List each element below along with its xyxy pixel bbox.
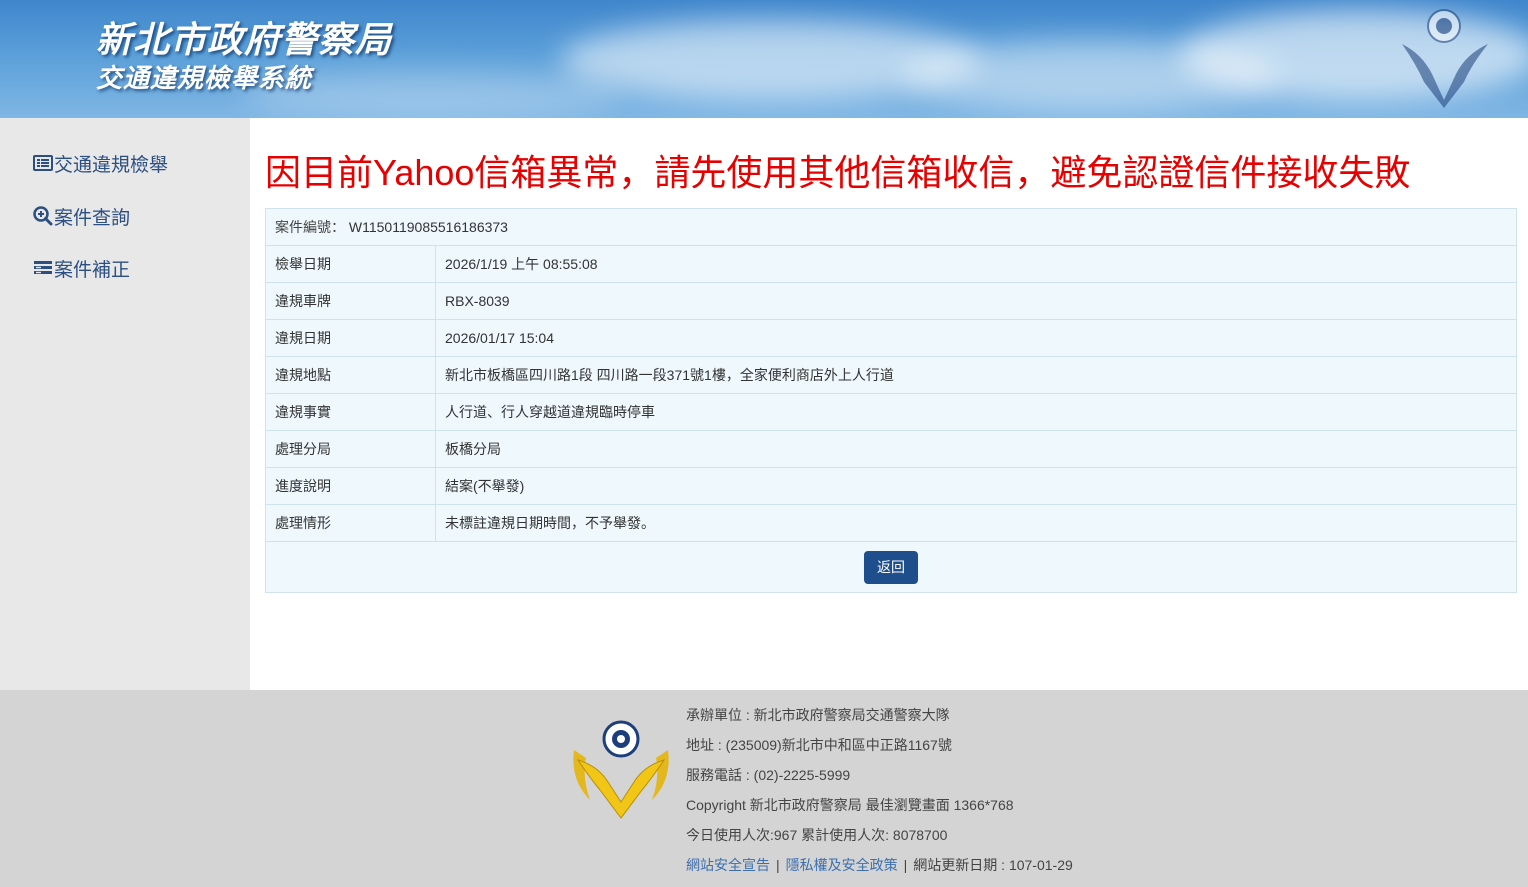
row-label: 違規車牌 (265, 282, 436, 320)
table-row: 違規日期 2026/01/17 15:04 (265, 319, 1517, 357)
row-label: 進度說明 (265, 467, 436, 505)
list-card-icon (33, 155, 53, 171)
row-label: 違規地點 (265, 356, 436, 394)
footer-organizer: 承辦單位 : 新北市政府警察局交通警察大隊 (686, 707, 950, 723)
site-title: 新北市政府警察局 (96, 19, 393, 61)
sidebar-item-label: 案件查詢 (54, 207, 131, 229)
site-footer: 承辦單位 : 新北市政府警察局交通警察大隊 地址 : (235009)新北市中和… (0, 690, 1528, 887)
link-separator: | (903, 857, 908, 873)
search-plus-icon (33, 206, 53, 226)
row-value: 人行道、行人穿越道違規臨時停車 (435, 393, 1517, 431)
row-value: 結案(不舉發) (435, 467, 1517, 505)
row-label: 處理情形 (265, 504, 436, 542)
sidebar-item-label: 案件補正 (54, 259, 131, 281)
row-label: 檢舉日期 (265, 245, 436, 283)
case-id-value: W1150119085516186373 (348, 219, 508, 235)
table-row: 檢舉日期 2026/1/19 上午 08:55:08 (265, 245, 1517, 283)
footer-info: 承辦單位 : 新北市政府警察局交通警察大隊 地址 : (235009)新北市中和… (686, 704, 1073, 884)
row-value: 2026/01/17 15:04 (435, 319, 1517, 357)
footer-visitors: 今日使用人次:967 累計使用人次: 8078700 (686, 827, 948, 843)
back-button[interactable]: 返回 (864, 550, 918, 584)
footer-copyright: Copyright 新北市政府警察局 最佳瀏覽畫面 1366*768 (686, 797, 1014, 813)
sidebar-item-query[interactable]: 案件查詢 (33, 202, 130, 230)
row-label: 處理分局 (265, 430, 436, 468)
footer-phone: 服務電話 : (02)-2225-5999 (686, 767, 851, 783)
security-statement-link[interactable]: 網站安全宣告 (686, 857, 770, 873)
sidebar-item-report[interactable]: 交通違規檢舉 (33, 149, 168, 177)
sidebar-item-supplement[interactable]: 案件補正 (33, 254, 130, 282)
site-updated-date: 網站更新日期 : 107-01-29 (913, 857, 1073, 873)
link-separator: | (776, 857, 780, 873)
row-label: 違規日期 (265, 319, 436, 357)
button-row: 返回 (265, 541, 1517, 593)
police-emblem-icon (1402, 9, 1488, 108)
sidebar: 交通違規檢舉 案件查詢 案件補正 (0, 118, 250, 690)
privacy-policy-link[interactable]: 隱私權及安全政策 (786, 857, 898, 873)
row-value: RBX-8039 (435, 282, 1517, 320)
form-lines-icon (34, 261, 52, 274)
police-emblem-icon (573, 720, 669, 819)
site-header: 新北市政府警察局 交通違規檢舉系統 (0, 0, 1528, 118)
table-row: 處理分局 板橋分局 (265, 430, 1517, 468)
case-id-cell: 案件編號： W1150119085516186373 (265, 208, 1517, 246)
table-row: 進度說明 結案(不舉發) (265, 467, 1517, 505)
footer-links: 網站安全宣告 | 隱私權及安全政策 | 網站更新日期 : 107-01-29 (686, 854, 1073, 884)
table-row: 違規事實 人行道、行人穿越道違規臨時停車 (265, 393, 1517, 431)
table-row: 違規車牌 RBX-8039 (265, 282, 1517, 320)
row-value: 新北市板橋區四川路1段 四川路一段371號1樓，全家便利商店外上人行道 (435, 356, 1517, 394)
yahoo-notice: 因目前Yahoo信箱異常，請先使用其他信箱收信，避免認證信件接收失敗 (265, 152, 1411, 193)
case-id-label: 案件編號： (275, 219, 345, 235)
row-label: 違規事實 (265, 393, 436, 431)
button-cell: 返回 (265, 541, 1517, 593)
table-row: 案件編號： W1150119085516186373 (265, 208, 1517, 246)
row-value: 未標註違規日期時間，不予舉發。 (435, 504, 1517, 542)
sidebar-item-label: 交通違規檢舉 (54, 154, 169, 176)
row-value: 板橋分局 (435, 430, 1517, 468)
case-detail-table: 案件編號： W1150119085516186373 檢舉日期 2026/1/1… (265, 208, 1517, 593)
table-row: 違規地點 新北市板橋區四川路1段 四川路一段371號1樓，全家便利商店外上人行道 (265, 356, 1517, 394)
row-value: 2026/1/19 上午 08:55:08 (435, 245, 1517, 283)
table-row: 處理情形 未標註違規日期時間，不予舉發。 (265, 504, 1517, 542)
footer-address: 地址 : (235009)新北市中和區中正路1167號 (686, 737, 952, 753)
site-subtitle: 交通違規檢舉系統 (96, 64, 313, 94)
